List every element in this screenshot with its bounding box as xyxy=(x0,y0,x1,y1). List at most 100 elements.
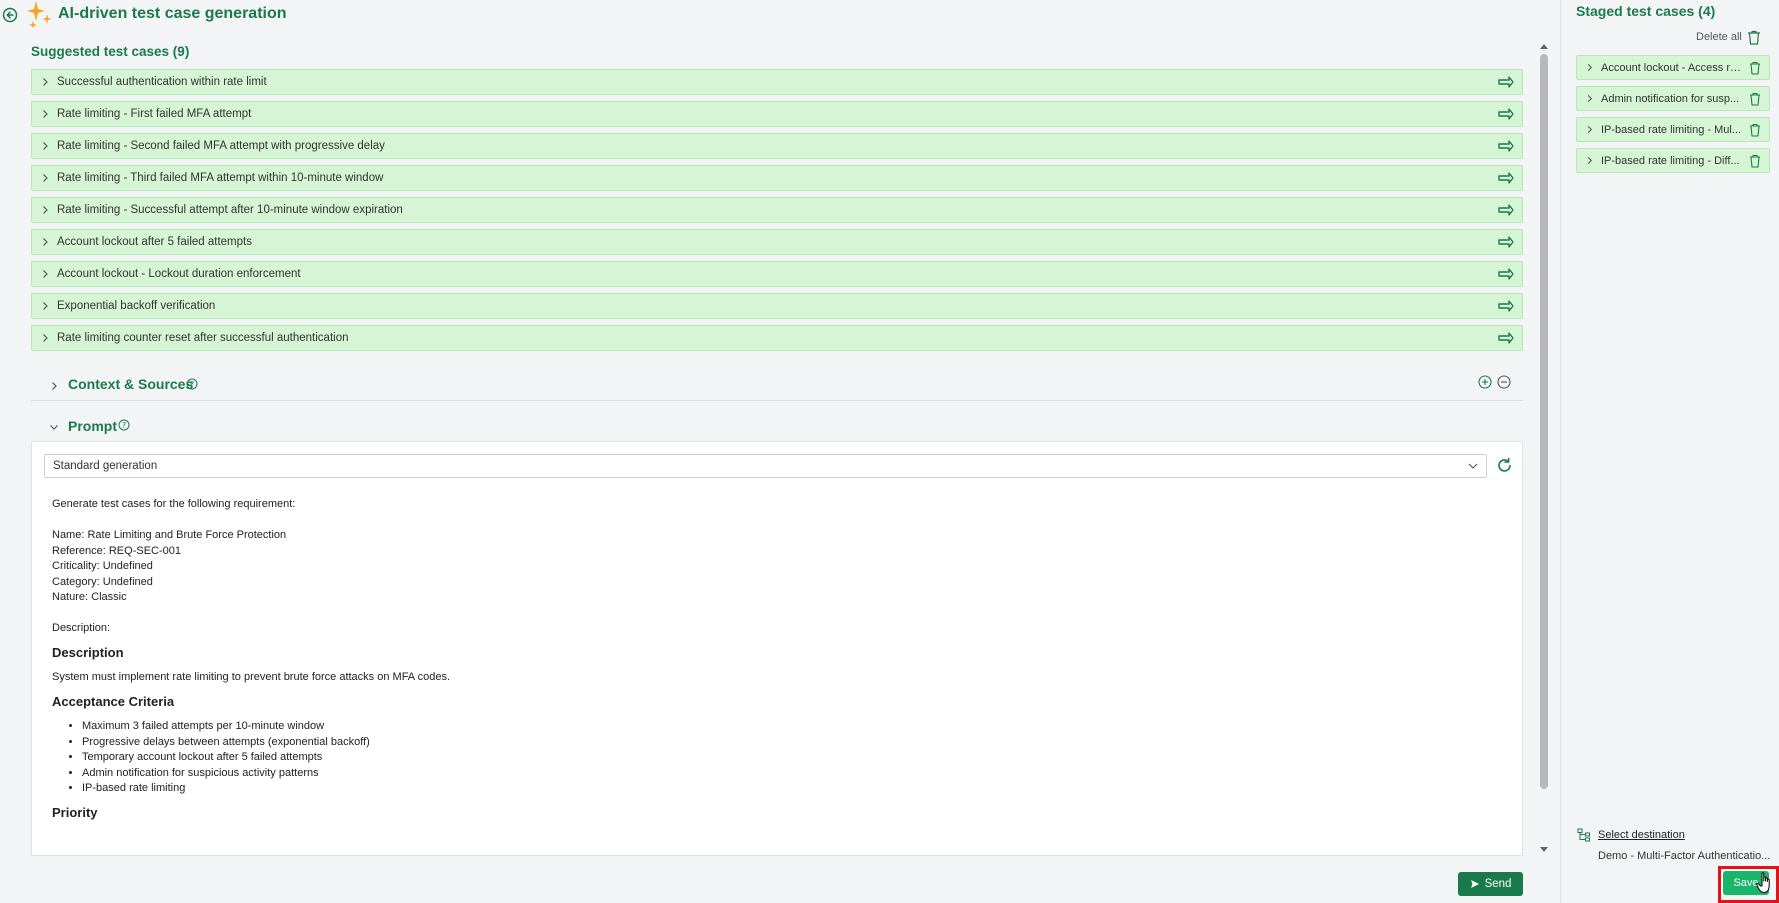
svg-text:?: ? xyxy=(122,421,126,430)
staged-item-label: IP-based rate limiting - Mul... xyxy=(1601,123,1741,136)
staged-list: Account lockout - Access re... Admin not… xyxy=(1576,55,1770,179)
move-to-staged-icon[interactable] xyxy=(1498,76,1514,88)
context-sources-title[interactable]: Context & Sources xyxy=(68,376,193,392)
trash-icon[interactable] xyxy=(1749,123,1761,137)
refresh-icon[interactable] xyxy=(1496,457,1513,474)
move-to-staged-icon[interactable] xyxy=(1498,332,1514,344)
chevron-right-icon[interactable] xyxy=(40,269,50,279)
staged-item-label: Account lockout - Access re... xyxy=(1601,61,1741,74)
select-destination-link[interactable]: Select destination xyxy=(1598,829,1685,841)
move-to-staged-icon[interactable] xyxy=(1498,172,1514,184)
chevron-right-icon[interactable] xyxy=(1585,156,1594,165)
send-icon xyxy=(1470,880,1479,888)
move-to-staged-icon[interactable] xyxy=(1498,268,1514,280)
sparkle-icon xyxy=(27,1,52,28)
suggested-item[interactable]: Rate limiting - Successful attempt after… xyxy=(31,197,1523,223)
chevron-right-icon[interactable] xyxy=(40,205,50,215)
expand-all-icon[interactable] xyxy=(1478,375,1492,389)
trash-icon[interactable] xyxy=(1749,61,1761,75)
help-icon[interactable]: ? xyxy=(186,378,198,390)
main-scrollbar[interactable] xyxy=(1539,42,1549,854)
chevron-right-icon[interactable] xyxy=(40,109,50,119)
scroll-down-icon[interactable] xyxy=(1539,846,1549,854)
suggested-item[interactable]: Exponential backoff verification xyxy=(31,293,1523,319)
suggested-item-label: Exponential backoff verification xyxy=(57,300,216,312)
chevron-right-icon[interactable] xyxy=(1585,125,1594,134)
collapse-all-icon[interactable] xyxy=(1497,375,1511,389)
chevron-right-icon[interactable] xyxy=(40,141,50,151)
svg-text:?: ? xyxy=(190,380,194,389)
suggested-item[interactable]: Successful authentication within rate li… xyxy=(31,69,1523,95)
header: AI-driven test case generation xyxy=(0,0,1560,30)
criteria-item: Admin notification for suspicious activi… xyxy=(82,766,1492,782)
prompt-name-line: Name: Rate Limiting and Brute Force Prot… xyxy=(52,529,287,541)
staged-item[interactable]: Admin notification for susp... xyxy=(1576,86,1770,111)
move-to-staged-icon[interactable] xyxy=(1498,236,1514,248)
move-to-staged-icon[interactable] xyxy=(1498,108,1514,120)
suggested-item[interactable]: Rate limiting - First failed MFA attempt xyxy=(31,101,1523,127)
suggested-item-label: Rate limiting - First failed MFA attempt xyxy=(57,108,252,120)
prompt-section: Prompt ? xyxy=(31,413,1523,441)
prompt-textarea[interactable]: Generate test cases for the following re… xyxy=(52,497,1492,830)
staged-item-label: IP-based rate limiting - Diff... xyxy=(1601,154,1740,167)
move-to-staged-icon[interactable] xyxy=(1498,140,1514,152)
prompt-template-value: Standard generation xyxy=(53,460,158,472)
back-arrow-icon[interactable] xyxy=(2,7,18,23)
suggested-item-label: Rate limiting - Third failed MFA attempt… xyxy=(57,172,384,184)
prompt-intro: Generate test cases for the following re… xyxy=(52,498,296,510)
scrollbar-thumb[interactable] xyxy=(1540,54,1548,789)
chevron-right-icon[interactable] xyxy=(40,77,50,87)
suggested-list: Successful authentication within rate li… xyxy=(31,69,1523,357)
prompt-title[interactable]: Prompt xyxy=(68,418,117,434)
suggested-item[interactable]: Account lockout - Lockout duration enfor… xyxy=(31,261,1523,287)
chevron-right-icon[interactable] xyxy=(40,173,50,183)
chevron-down-icon[interactable] xyxy=(49,422,59,432)
suggested-item-label: Account lockout after 5 failed attempts xyxy=(57,236,252,248)
chevron-right-icon[interactable] xyxy=(40,237,50,247)
page-title: AI-driven test case generation xyxy=(58,5,287,22)
description-text: System must implement rate limiting to p… xyxy=(52,671,450,683)
suggested-item[interactable]: Account lockout after 5 failed attempts xyxy=(31,229,1523,255)
prompt-nature-line: Nature: Classic xyxy=(52,591,127,603)
move-to-staged-icon[interactable] xyxy=(1498,204,1514,216)
scroll-up-icon[interactable] xyxy=(1539,42,1549,50)
suggested-item-label: Rate limiting counter reset after succes… xyxy=(57,332,349,344)
suggested-item-label: Account lockout - Lockout duration enfor… xyxy=(57,268,301,280)
chevron-right-icon[interactable] xyxy=(49,381,59,391)
suggested-item-label: Rate limiting - Successful attempt after… xyxy=(57,204,403,216)
staged-item[interactable]: IP-based rate limiting - Diff... xyxy=(1576,148,1770,173)
criteria-item: Temporary account lockout after 5 failed… xyxy=(82,750,1492,766)
suggested-item[interactable]: Rate limiting - Third failed MFA attempt… xyxy=(31,165,1523,191)
chevron-right-icon[interactable] xyxy=(40,333,50,343)
panel-divider xyxy=(1560,0,1561,903)
criteria-item: IP-based rate limiting xyxy=(82,781,1492,797)
chevron-right-icon[interactable] xyxy=(1585,63,1594,72)
send-button[interactable]: Send xyxy=(1458,872,1523,896)
chevron-right-icon[interactable] xyxy=(40,301,50,311)
trash-icon[interactable] xyxy=(1749,154,1761,168)
delete-all-link[interactable]: Delete all xyxy=(1696,31,1742,43)
trash-icon[interactable] xyxy=(1749,92,1761,106)
prompt-category-line: Category: Undefined xyxy=(52,575,153,588)
staged-item-label: Admin notification for susp... xyxy=(1601,92,1740,105)
suggested-item[interactable]: Rate limiting - Second failed MFA attemp… xyxy=(31,133,1523,159)
trash-icon[interactable] xyxy=(1747,30,1761,45)
move-to-staged-icon[interactable] xyxy=(1498,300,1514,312)
staged-title: Staged test cases (4) xyxy=(1576,3,1716,19)
tree-icon xyxy=(1577,828,1590,842)
chevron-down-icon[interactable] xyxy=(1468,462,1478,470)
staged-item[interactable]: Account lockout - Access re... xyxy=(1576,55,1770,80)
acceptance-criteria-list: Maximum 3 failed attempts per 10-minute … xyxy=(82,719,1492,797)
staged-item[interactable]: IP-based rate limiting - Mul... xyxy=(1576,117,1770,142)
priority-heading: Priority xyxy=(52,804,98,820)
description-heading: Description xyxy=(52,644,124,660)
prompt-template-select[interactable]: Standard generation xyxy=(44,454,1487,478)
suggested-item[interactable]: Rate limiting counter reset after succes… xyxy=(31,325,1523,351)
prompt-criticality-line: Criticality: Undefined xyxy=(52,560,153,572)
destination-path: Demo - Multi-Factor Authenticatio... xyxy=(1598,850,1771,862)
chevron-right-icon[interactable] xyxy=(1585,94,1594,103)
help-icon[interactable]: ? xyxy=(118,419,130,431)
criteria-item: Maximum 3 failed attempts per 10-minute … xyxy=(82,719,1492,735)
context-sources-section: Context & Sources ? xyxy=(31,371,1523,401)
hand-cursor-icon xyxy=(1756,872,1770,894)
